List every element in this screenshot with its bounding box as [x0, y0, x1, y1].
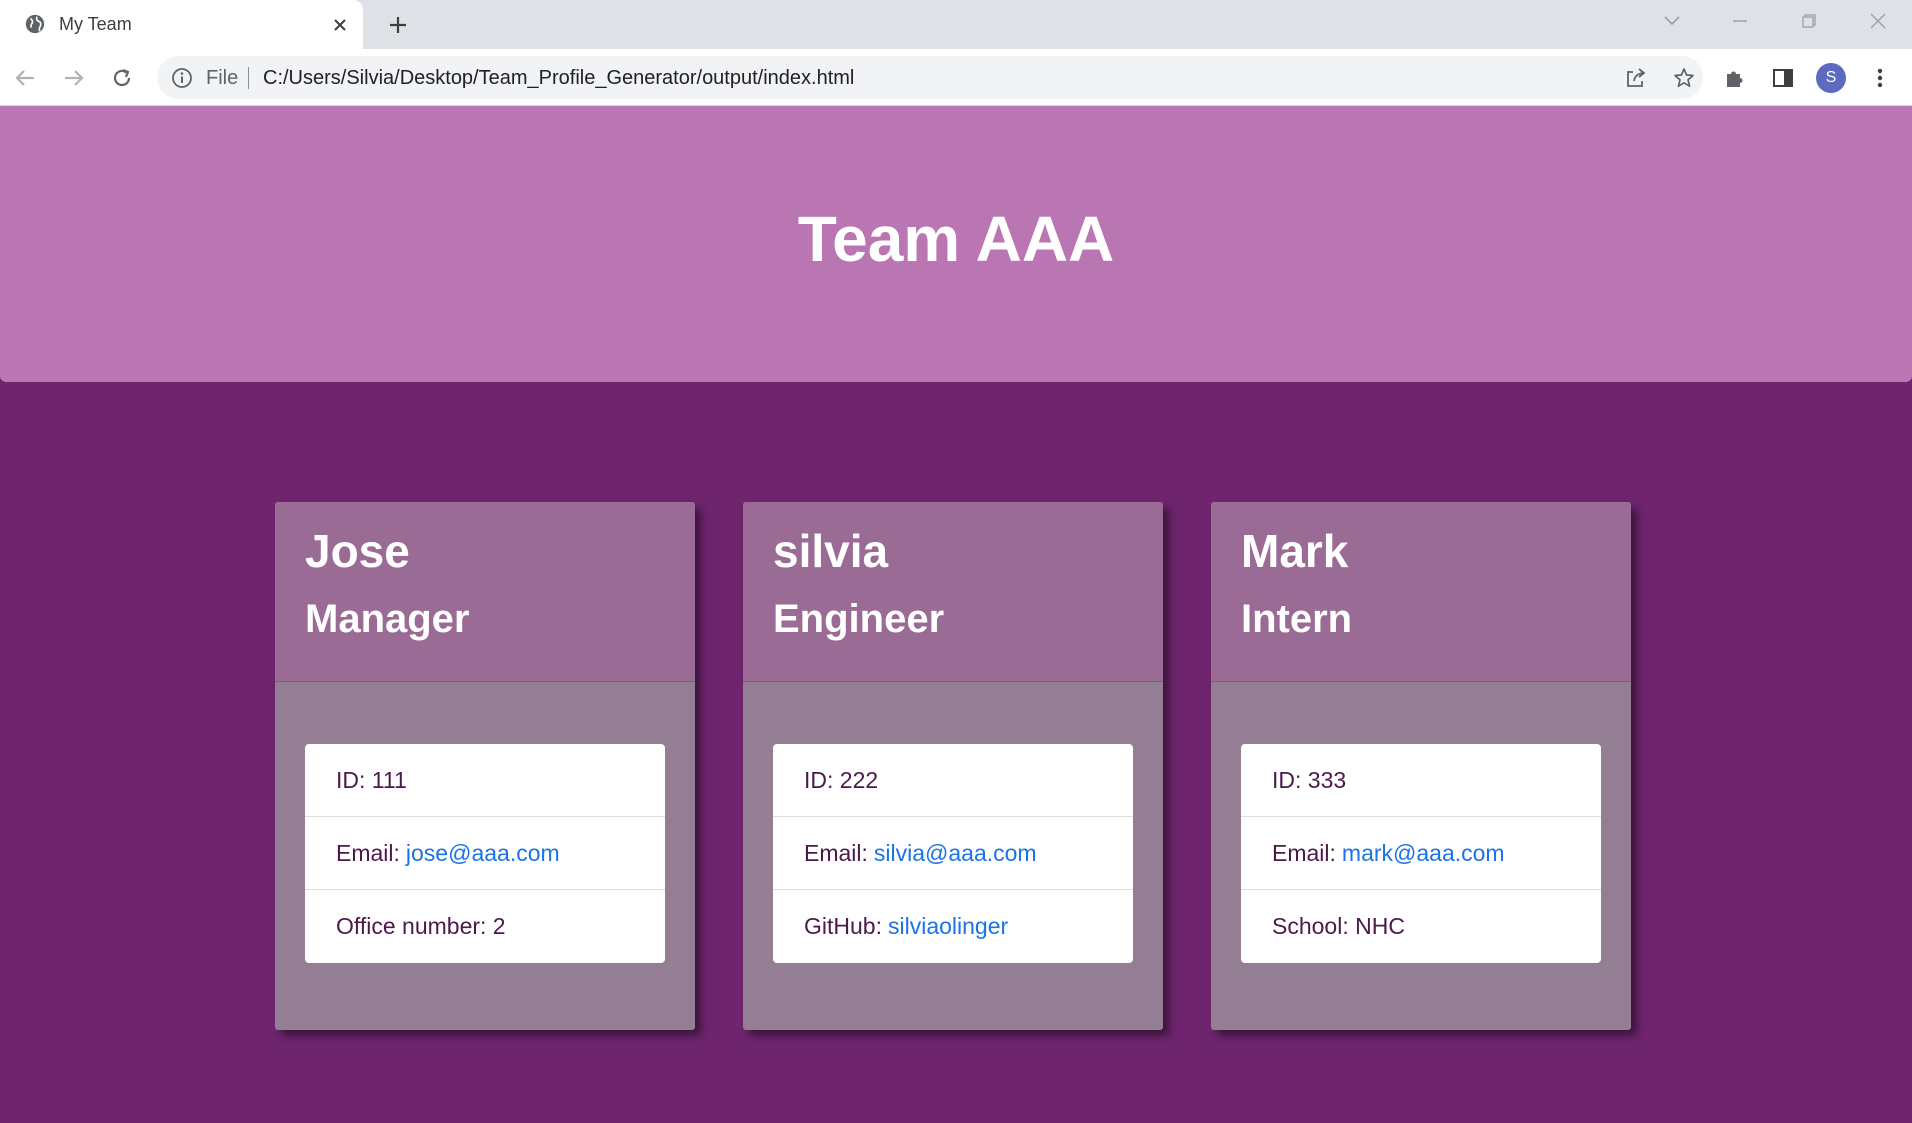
tab-close-icon[interactable] — [327, 12, 353, 38]
address-bar[interactable]: File C:/Users/Silvia/Desktop/Team_Profil… — [157, 56, 1703, 99]
employee-id: ID: 222 — [773, 744, 1133, 817]
employee-id: ID: 111 — [305, 744, 665, 817]
office-number: Office number: 2 — [305, 890, 665, 963]
email-link[interactable]: jose@aaa.com — [406, 840, 560, 867]
employee-email: Email: silvia@aaa.com — [773, 817, 1133, 890]
employee-details-list: ID: 111 Email: jose@aaa.com Office numbe… — [305, 744, 665, 963]
employee-email: Email: mark@aaa.com — [1241, 817, 1601, 890]
card-header: Jose Manager — [275, 502, 695, 682]
github-label: GitHub: — [804, 913, 882, 939]
side-panel-icon[interactable] — [1766, 61, 1800, 95]
browser-menu-icon[interactable] — [1863, 61, 1897, 95]
school: School: NHC — [1241, 890, 1601, 963]
page-content: Team AAA Jose Manager ID: 111 Email: jos… — [0, 106, 1912, 1123]
employee-id-text: ID: 222 — [804, 766, 879, 793]
github-link[interactable]: silviaolinger — [888, 913, 1008, 940]
header-jumbotron: Team AAA — [0, 106, 1912, 382]
browser-tab[interactable]: My Team — [0, 0, 363, 49]
back-arrow-icon[interactable] — [8, 61, 42, 95]
email-link[interactable]: silvia@aaa.com — [874, 840, 1037, 867]
tab-search-chevron-icon[interactable] — [1654, 6, 1690, 36]
employee-name: Mark — [1241, 525, 1349, 577]
github: GitHub: silviaolinger — [773, 890, 1133, 963]
profile-avatar[interactable]: S — [1814, 61, 1848, 95]
team-title: Team AAA — [797, 203, 1115, 275]
address-divider — [248, 67, 249, 89]
share-icon[interactable] — [1621, 63, 1651, 93]
info-icon[interactable] — [171, 67, 193, 89]
globe-icon — [25, 14, 45, 34]
employee-details-list: ID: 222 Email: silvia@aaa.com GitHub: si… — [773, 744, 1133, 963]
employee-email: Email: jose@aaa.com — [305, 817, 665, 890]
employee-id-text: ID: 333 — [1272, 766, 1347, 793]
school-text: School: NHC — [1272, 913, 1405, 939]
employee-id: ID: 333 — [1241, 744, 1601, 817]
email-label: Email: — [336, 839, 400, 866]
employee-name: silvia — [773, 525, 889, 577]
employee-card: Jose Manager ID: 111 Email: jose@aaa.com… — [275, 502, 695, 1030]
office-number-text: Office number: 2 — [336, 913, 506, 939]
tab-strip: My Team — [0, 0, 1912, 49]
minimize-icon[interactable] — [1722, 6, 1758, 36]
card-header: Mark Intern — [1211, 502, 1631, 682]
email-link[interactable]: mark@aaa.com — [1342, 840, 1505, 867]
employee-details-list: ID: 333 Email: mark@aaa.com School: NHC — [1241, 744, 1601, 963]
employee-role: Manager — [305, 597, 470, 641]
employee-id-text: ID: 111 — [336, 766, 407, 793]
email-label: Email: — [804, 839, 868, 866]
tab-title: My Team — [59, 14, 132, 34]
employee-role: Engineer — [773, 597, 945, 641]
forward-arrow-icon[interactable] — [57, 61, 91, 95]
reload-icon[interactable] — [105, 61, 139, 95]
employee-card: Mark Intern ID: 333 Email: mark@aaa.com … — [1211, 502, 1631, 1030]
restore-icon[interactable] — [1791, 6, 1827, 36]
new-tab-icon[interactable] — [383, 10, 413, 40]
card-header: silvia Engineer — [743, 502, 1163, 682]
browser-toolbar: File C:/Users/Silvia/Desktop/Team_Profil… — [0, 49, 1912, 106]
file-scheme-label: File — [206, 67, 239, 89]
profile-initial: S — [1816, 63, 1846, 93]
url-text[interactable]: C:/Users/Silvia/Desktop/Team_Profile_Gen… — [263, 67, 854, 90]
extensions-puzzle-icon[interactable] — [1718, 61, 1752, 95]
bookmark-star-icon[interactable] — [1669, 63, 1699, 93]
email-label: Email: — [1272, 839, 1336, 866]
employee-name: Jose — [305, 525, 410, 577]
close-window-icon[interactable] — [1860, 6, 1896, 36]
employee-role: Intern — [1241, 597, 1353, 641]
employee-card: silvia Engineer ID: 222 Email: silvia@aa… — [743, 502, 1163, 1030]
